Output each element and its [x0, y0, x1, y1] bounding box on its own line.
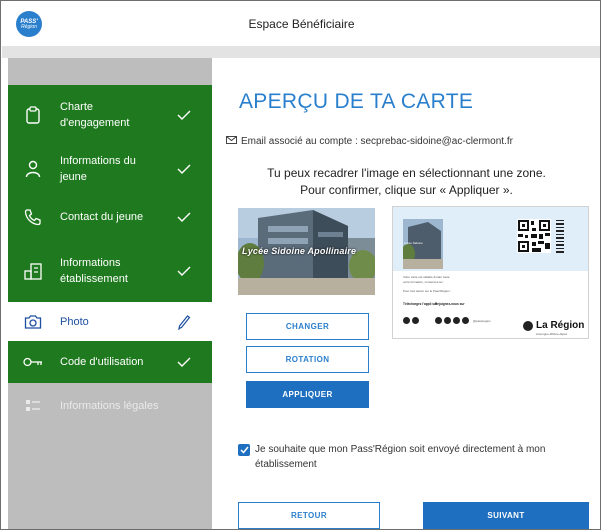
sidebar-item-charte[interactable]: Charte d'engagement [8, 85, 212, 144]
social-icons [435, 317, 471, 324]
key-icon [22, 351, 44, 373]
sidebar-item-informations-jeune[interactable]: Informations du jeune [8, 144, 212, 194]
check-icon [176, 107, 192, 123]
sidebar-item-label: Photo [60, 315, 89, 328]
building-icon [22, 260, 44, 282]
app-store-icons [403, 317, 421, 324]
checkbox-check-icon [239, 446, 249, 454]
crop-instructions: Tu peux recadrer l'image en sélectionnan… [212, 165, 600, 199]
card-text-line: Pour tout savoir sur le Pass'Région : [403, 289, 452, 293]
photo-crop-area[interactable]: Lycée Sidoine Apollinaire [238, 208, 375, 295]
camera-icon [22, 311, 44, 333]
top-bar: PASS' Région Espace Bénéficiaire [2, 2, 600, 46]
card-text-line: Votre carte est valable durant toute [403, 275, 450, 279]
check-icon [176, 354, 192, 370]
next-button[interactable]: SUIVANT [423, 502, 589, 529]
region-logo-icon [523, 320, 533, 331]
sidebar-item-label: Charte d'engagement [60, 100, 130, 129]
sidebar-item-photo[interactable]: Photo [8, 302, 212, 341]
card-download-label: Téléchargez l'appli sur [403, 302, 438, 306]
check-icon [176, 161, 192, 177]
barcode-icon [556, 220, 564, 253]
apply-crop-button[interactable]: APPLIQUER [246, 381, 369, 408]
pass-region-logo[interactable]: PASS' Région [16, 11, 42, 37]
sidebar-item-label: Informations du jeune [60, 155, 136, 183]
instruction-line2: Pour confirmer, clique sur « Appliquer »… [300, 183, 513, 197]
la-region-logo: La Région [523, 320, 584, 331]
sidebar-item-label: Informations légales [60, 400, 159, 412]
sidebar-item-code-utilisation[interactable]: Code d'utilisation [8, 341, 212, 383]
back-button[interactable]: RETOUR [238, 502, 380, 529]
rotate-photo-button[interactable]: ROTATION [246, 346, 369, 373]
card-text-line: votre formation, conservez-la ! [403, 280, 444, 284]
account-email: Email associé au compte : secprebac-sido… [226, 136, 513, 147]
card-follow-label: Rejoignez-nous sur [435, 302, 465, 306]
card-photo-caption: Lycée Sidoine [404, 241, 423, 245]
phone-icon [22, 206, 44, 228]
sidebar-item-label: Informations établissement [60, 257, 128, 285]
list-icon [22, 395, 44, 417]
email-text: Email associé au compte : secprebac-sido… [241, 136, 513, 147]
clipboard-icon [22, 104, 44, 126]
logo-line2: Région [21, 23, 37, 30]
main-panel: APERÇU DE TA CARTE Email associé au comp… [212, 58, 600, 529]
check-icon [176, 209, 192, 225]
change-photo-button[interactable]: CHANGER [246, 313, 369, 340]
page-title: APERÇU DE TA CARTE [239, 90, 474, 113]
page-header-title: Espace Bénéficiaire [248, 17, 355, 31]
sidebar-item-contact-jeune[interactable]: Contact du jeune [8, 194, 212, 240]
envelope-icon [226, 136, 237, 147]
sidebar-item-informations-legales[interactable]: Informations légales [8, 383, 212, 429]
sidebar-item-label: Code d'utilisation [60, 356, 144, 368]
sidebar-item-label: Contact du jeune [60, 211, 144, 223]
header-band [2, 46, 600, 58]
qr-code-icon [517, 219, 551, 253]
app-frame: PASS' Région Espace Bénéficiaire Charte … [0, 0, 601, 530]
sidebar-item-informations-etablissement[interactable]: Informations établissement [8, 240, 212, 302]
region-name: La Région [536, 320, 585, 331]
consent-row: Je souhaite que mon Pass'Région soit env… [238, 442, 588, 472]
instruction-line1: Tu peux recadrer l'image en sélectionnan… [267, 166, 546, 180]
region-sub: Auvergne-Rhône-Alpes [536, 332, 568, 336]
sidebar-spacer [8, 58, 212, 85]
consent-label: Je souhaite que mon Pass'Région soit env… [255, 444, 546, 470]
card-social-handle: @passregion [473, 319, 491, 323]
photo-caption: Lycée Sidoine Apollinaire [242, 246, 357, 256]
consent-checkbox[interactable] [238, 444, 250, 456]
card-photo: Lycée Sidoine [403, 219, 443, 269]
check-icon [176, 263, 192, 279]
card-preview: Lycée Sidoine Votre carte est valable du… [392, 206, 589, 339]
sidebar: Charte d'engagement Informations du jeun… [8, 58, 212, 529]
user-icon [22, 158, 44, 180]
pencil-icon[interactable] [176, 314, 192, 330]
